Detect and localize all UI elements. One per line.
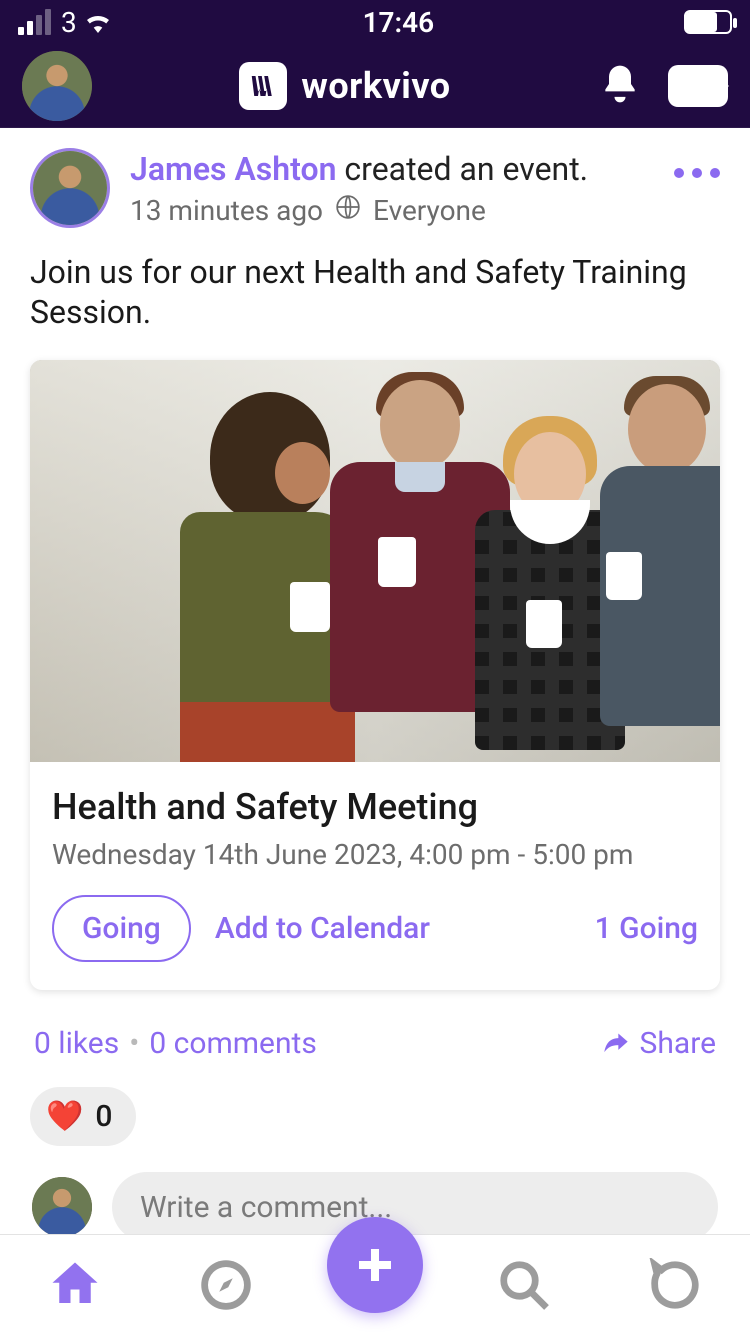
tab-chat[interactable] [625, 1245, 725, 1325]
app-header: workvivo [0, 44, 750, 128]
event-datetime: Wednesday 14th June 2023, 4:00 pm - 5:00… [52, 838, 698, 871]
post-meta: 13 minutes ago Everyone [130, 194, 654, 227]
post-more-button[interactable] [674, 148, 720, 178]
compose-button[interactable] [327, 1217, 423, 1313]
globe-icon [335, 194, 361, 227]
signal-icon [18, 9, 51, 35]
brand-icon [239, 62, 287, 110]
event-title: Health and Safety Meeting [52, 786, 698, 828]
tab-bar [0, 1234, 750, 1334]
post-body-text: Join us for our next Health and Safety T… [30, 252, 720, 332]
event-image [30, 360, 720, 762]
add-to-calendar-button[interactable]: Add to Calendar [215, 911, 430, 946]
post-visibility: Everyone [373, 194, 486, 227]
status-bar: 3 17:46 [0, 0, 750, 44]
notifications-button[interactable] [598, 62, 642, 110]
post: James Ashton created an event. 13 minute… [0, 128, 750, 1242]
event-card[interactable]: Health and Safety Meeting Wednesday 14th… [30, 360, 720, 990]
status-time: 17:46 [363, 6, 435, 39]
dot-separator: • [129, 1026, 139, 1061]
profile-avatar[interactable] [22, 51, 92, 121]
post-headline: James Ashton created an event. [130, 150, 654, 188]
post-author-name[interactable]: James Ashton [130, 150, 336, 188]
feed: James Ashton created an event. 13 minute… [0, 128, 750, 1334]
post-action-text: created an event. [344, 150, 588, 188]
reaction-count: 0 [95, 1099, 112, 1134]
share-button[interactable]: Share [602, 1026, 716, 1061]
post-header: James Ashton created an event. 13 minute… [30, 148, 720, 228]
brand[interactable]: workvivo [239, 62, 450, 110]
battery-icon [684, 10, 732, 34]
going-count[interactable]: 1 Going [595, 911, 698, 946]
status-left: 3 [18, 6, 113, 39]
tab-explore[interactable] [176, 1245, 276, 1325]
post-author-avatar[interactable] [30, 148, 110, 228]
post-timestamp: 13 minutes ago [130, 194, 323, 227]
share-label: Share [640, 1026, 716, 1061]
video-button[interactable] [668, 65, 728, 107]
reaction-button[interactable]: ❤️ 0 [30, 1087, 136, 1146]
tab-search[interactable] [474, 1245, 574, 1325]
heart-icon: ❤️ [46, 1099, 83, 1134]
tab-home[interactable] [25, 1245, 125, 1325]
brand-name: workvivo [301, 65, 450, 107]
comment-input[interactable]: Write a comment... [112, 1172, 718, 1242]
engagement-row: 0 likes • 0 comments Share [30, 990, 720, 1061]
commenter-avatar[interactable] [32, 1177, 92, 1237]
wifi-icon [83, 11, 113, 33]
carrier-label: 3 [61, 6, 77, 39]
going-button[interactable]: Going [52, 895, 191, 962]
likes-count[interactable]: 0 likes [34, 1026, 119, 1061]
comments-count[interactable]: 0 comments [149, 1026, 317, 1061]
